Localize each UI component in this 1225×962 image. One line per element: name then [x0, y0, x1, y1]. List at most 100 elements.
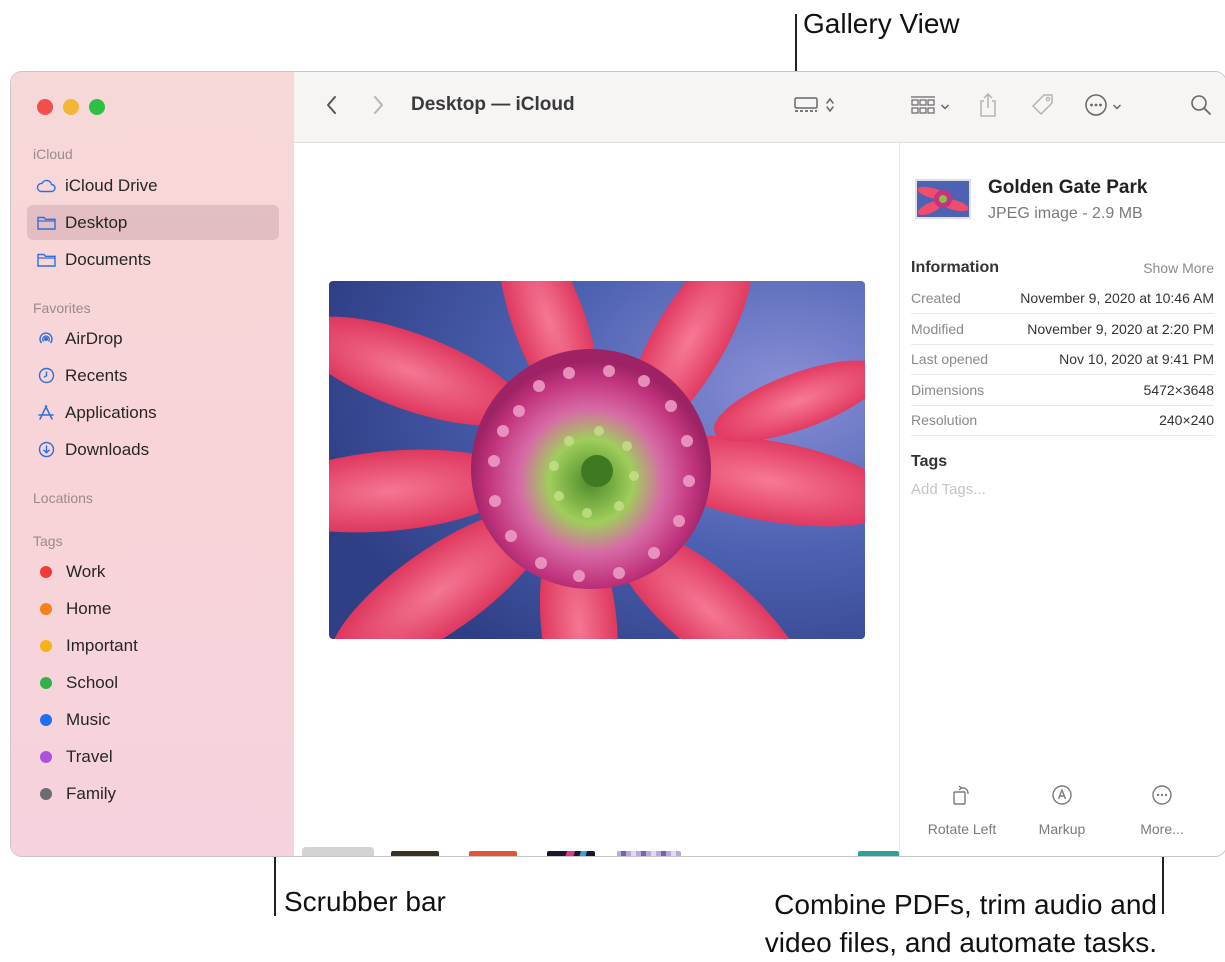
gallery-view-icon — [793, 95, 819, 120]
sidebar-item-label: Desktop — [65, 212, 128, 232]
download-icon — [35, 441, 57, 458]
sidebar-heading-icloud: iCloud — [33, 146, 73, 162]
forward-button[interactable] — [368, 92, 388, 122]
info-value: November 9, 2020 at 10:46 AM — [1020, 290, 1214, 306]
back-button[interactable] — [322, 92, 342, 122]
thumbnail-image — [391, 851, 439, 856]
tag-color-dot — [40, 787, 52, 800]
chevron-down-icon — [1112, 98, 1122, 116]
info-key: Created — [911, 290, 961, 306]
thumbnail-image — [547, 851, 595, 856]
airdrop-icon — [35, 330, 57, 348]
preview-pane: Golden Gate Park JPEG image - 2.9 MB Inf… — [899, 143, 1225, 856]
thumbnail-4[interactable] — [547, 851, 595, 856]
thumbnail-image — [617, 851, 681, 856]
file-name: Golden Gate Park — [988, 177, 1148, 198]
group-icon — [910, 94, 936, 121]
rotate-left-label: Rotate Left — [927, 821, 997, 837]
sidebar-item-label: Music — [66, 709, 111, 729]
sidebar-item-documents[interactable]: Documents — [27, 242, 279, 277]
sidebar-item-applications[interactable]: Applications — [27, 395, 279, 430]
thumbnail-3[interactable] — [469, 851, 517, 856]
folder-icon — [35, 252, 57, 267]
sidebar-item-tag-school[interactable]: School — [27, 665, 279, 700]
sidebar-item-label: Applications — [65, 402, 157, 422]
tag-button[interactable] — [1027, 92, 1059, 122]
zoom-window-button[interactable] — [89, 99, 105, 115]
search-icon — [1190, 94, 1212, 121]
sidebar-item-label: Recents — [65, 365, 128, 385]
sidebar-item-downloads[interactable]: Downloads — [27, 432, 279, 467]
thumbnail-5[interactable] — [617, 851, 681, 856]
tag-color-dot — [40, 676, 52, 689]
flower-thumbnail — [915, 179, 971, 219]
sidebar-item-recents[interactable]: Recents — [27, 358, 279, 393]
thumbnail-selected[interactable] — [302, 847, 374, 857]
sidebar-item-airdrop[interactable]: AirDrop — [27, 321, 279, 356]
scrubber-bar[interactable] — [294, 843, 899, 857]
info-value: 5472×3648 — [1143, 381, 1214, 398]
sidebar-heading-tags: Tags — [33, 533, 63, 549]
information-heading: Information — [911, 259, 999, 276]
more-actions-icon — [1084, 93, 1108, 122]
info-row-dimensions: Dimensions 5472×3648 — [911, 375, 1214, 406]
image-preview[interactable] — [329, 281, 865, 639]
tags-heading: Tags — [911, 453, 948, 470]
view-mode-button[interactable] — [788, 92, 840, 122]
sidebar-item-label: Downloads — [65, 439, 150, 459]
info-value: November 9, 2020 at 2:20 PM — [1027, 320, 1214, 337]
sidebar-item-tag-travel[interactable]: Travel — [27, 739, 279, 774]
info-key: Dimensions — [911, 381, 985, 398]
sidebar-item-tag-home[interactable]: Home — [27, 591, 279, 626]
tag-color-dot — [40, 602, 52, 615]
sidebar-item-desktop[interactable]: Desktop — [27, 205, 279, 240]
minimize-window-button[interactable] — [63, 99, 79, 115]
show-more-link[interactable]: Show More — [1143, 260, 1214, 276]
tag-icon — [1030, 92, 1056, 123]
action-menu-button[interactable] — [1079, 92, 1127, 122]
folder-icon — [35, 215, 57, 230]
sidebar-item-label: AirDrop — [65, 328, 123, 348]
rotate-left-button[interactable]: Rotate Left — [912, 783, 1012, 837]
file-thumbnail — [914, 178, 972, 220]
group-button[interactable] — [906, 92, 954, 122]
more-actions-callout: Combine PDFs, trim audio and video files… — [765, 886, 1157, 962]
thumbnail-8[interactable] — [858, 851, 899, 856]
more-callout-line-2: video files, and automate tasks. — [764, 927, 1157, 958]
sidebar-item-tag-work[interactable]: Work — [27, 554, 279, 589]
sidebar-item-label: Travel — [66, 746, 113, 766]
tag-color-dot — [40, 750, 52, 763]
close-window-button[interactable] — [37, 99, 53, 115]
more-button[interactable]: More... — [1112, 783, 1212, 837]
more-callout-line-1: Combine PDFs, trim audio and — [774, 889, 1157, 920]
sidebar-item-label: Documents — [65, 249, 151, 269]
sidebar-item-tag-family[interactable]: Family — [27, 776, 279, 811]
sidebar-item-tag-music[interactable]: Music — [27, 702, 279, 737]
tag-color-dot — [40, 713, 52, 726]
share-icon — [978, 92, 998, 123]
chevron-down-icon — [940, 98, 950, 116]
search-button[interactable] — [1186, 92, 1216, 122]
sidebar-item-icloud-drive[interactable]: iCloud Drive — [27, 168, 279, 203]
info-value: 240×240 — [1159, 412, 1214, 428]
gallery-area — [294, 143, 899, 856]
flower-thumbnail — [302, 847, 374, 857]
flower-photo — [329, 281, 865, 639]
share-button[interactable] — [974, 92, 1002, 122]
more-label: More... — [1140, 821, 1184, 837]
gallery-view-callout: Gallery View — [803, 8, 960, 39]
info-row-modified: Modified November 9, 2020 at 2:20 PM — [911, 314, 1214, 345]
info-key: Resolution — [911, 412, 978, 428]
add-tags-field[interactable]: Add Tags... — [911, 481, 986, 498]
more-icon — [1151, 784, 1173, 809]
thumbnail-2[interactable] — [391, 851, 439, 856]
chevron-updown-icon — [825, 96, 835, 119]
sidebar-item-label: School — [66, 672, 118, 692]
sidebar-item-label: Work — [66, 561, 106, 581]
markup-icon — [1051, 784, 1073, 809]
toolbar: Desktop — iCloud — [294, 72, 1225, 143]
sidebar-item-tag-important[interactable]: Important — [27, 628, 279, 663]
info-row-resolution: Resolution 240×240 — [911, 405, 1214, 436]
markup-button[interactable]: Markup — [1012, 783, 1112, 837]
info-key: Modified — [911, 320, 964, 337]
